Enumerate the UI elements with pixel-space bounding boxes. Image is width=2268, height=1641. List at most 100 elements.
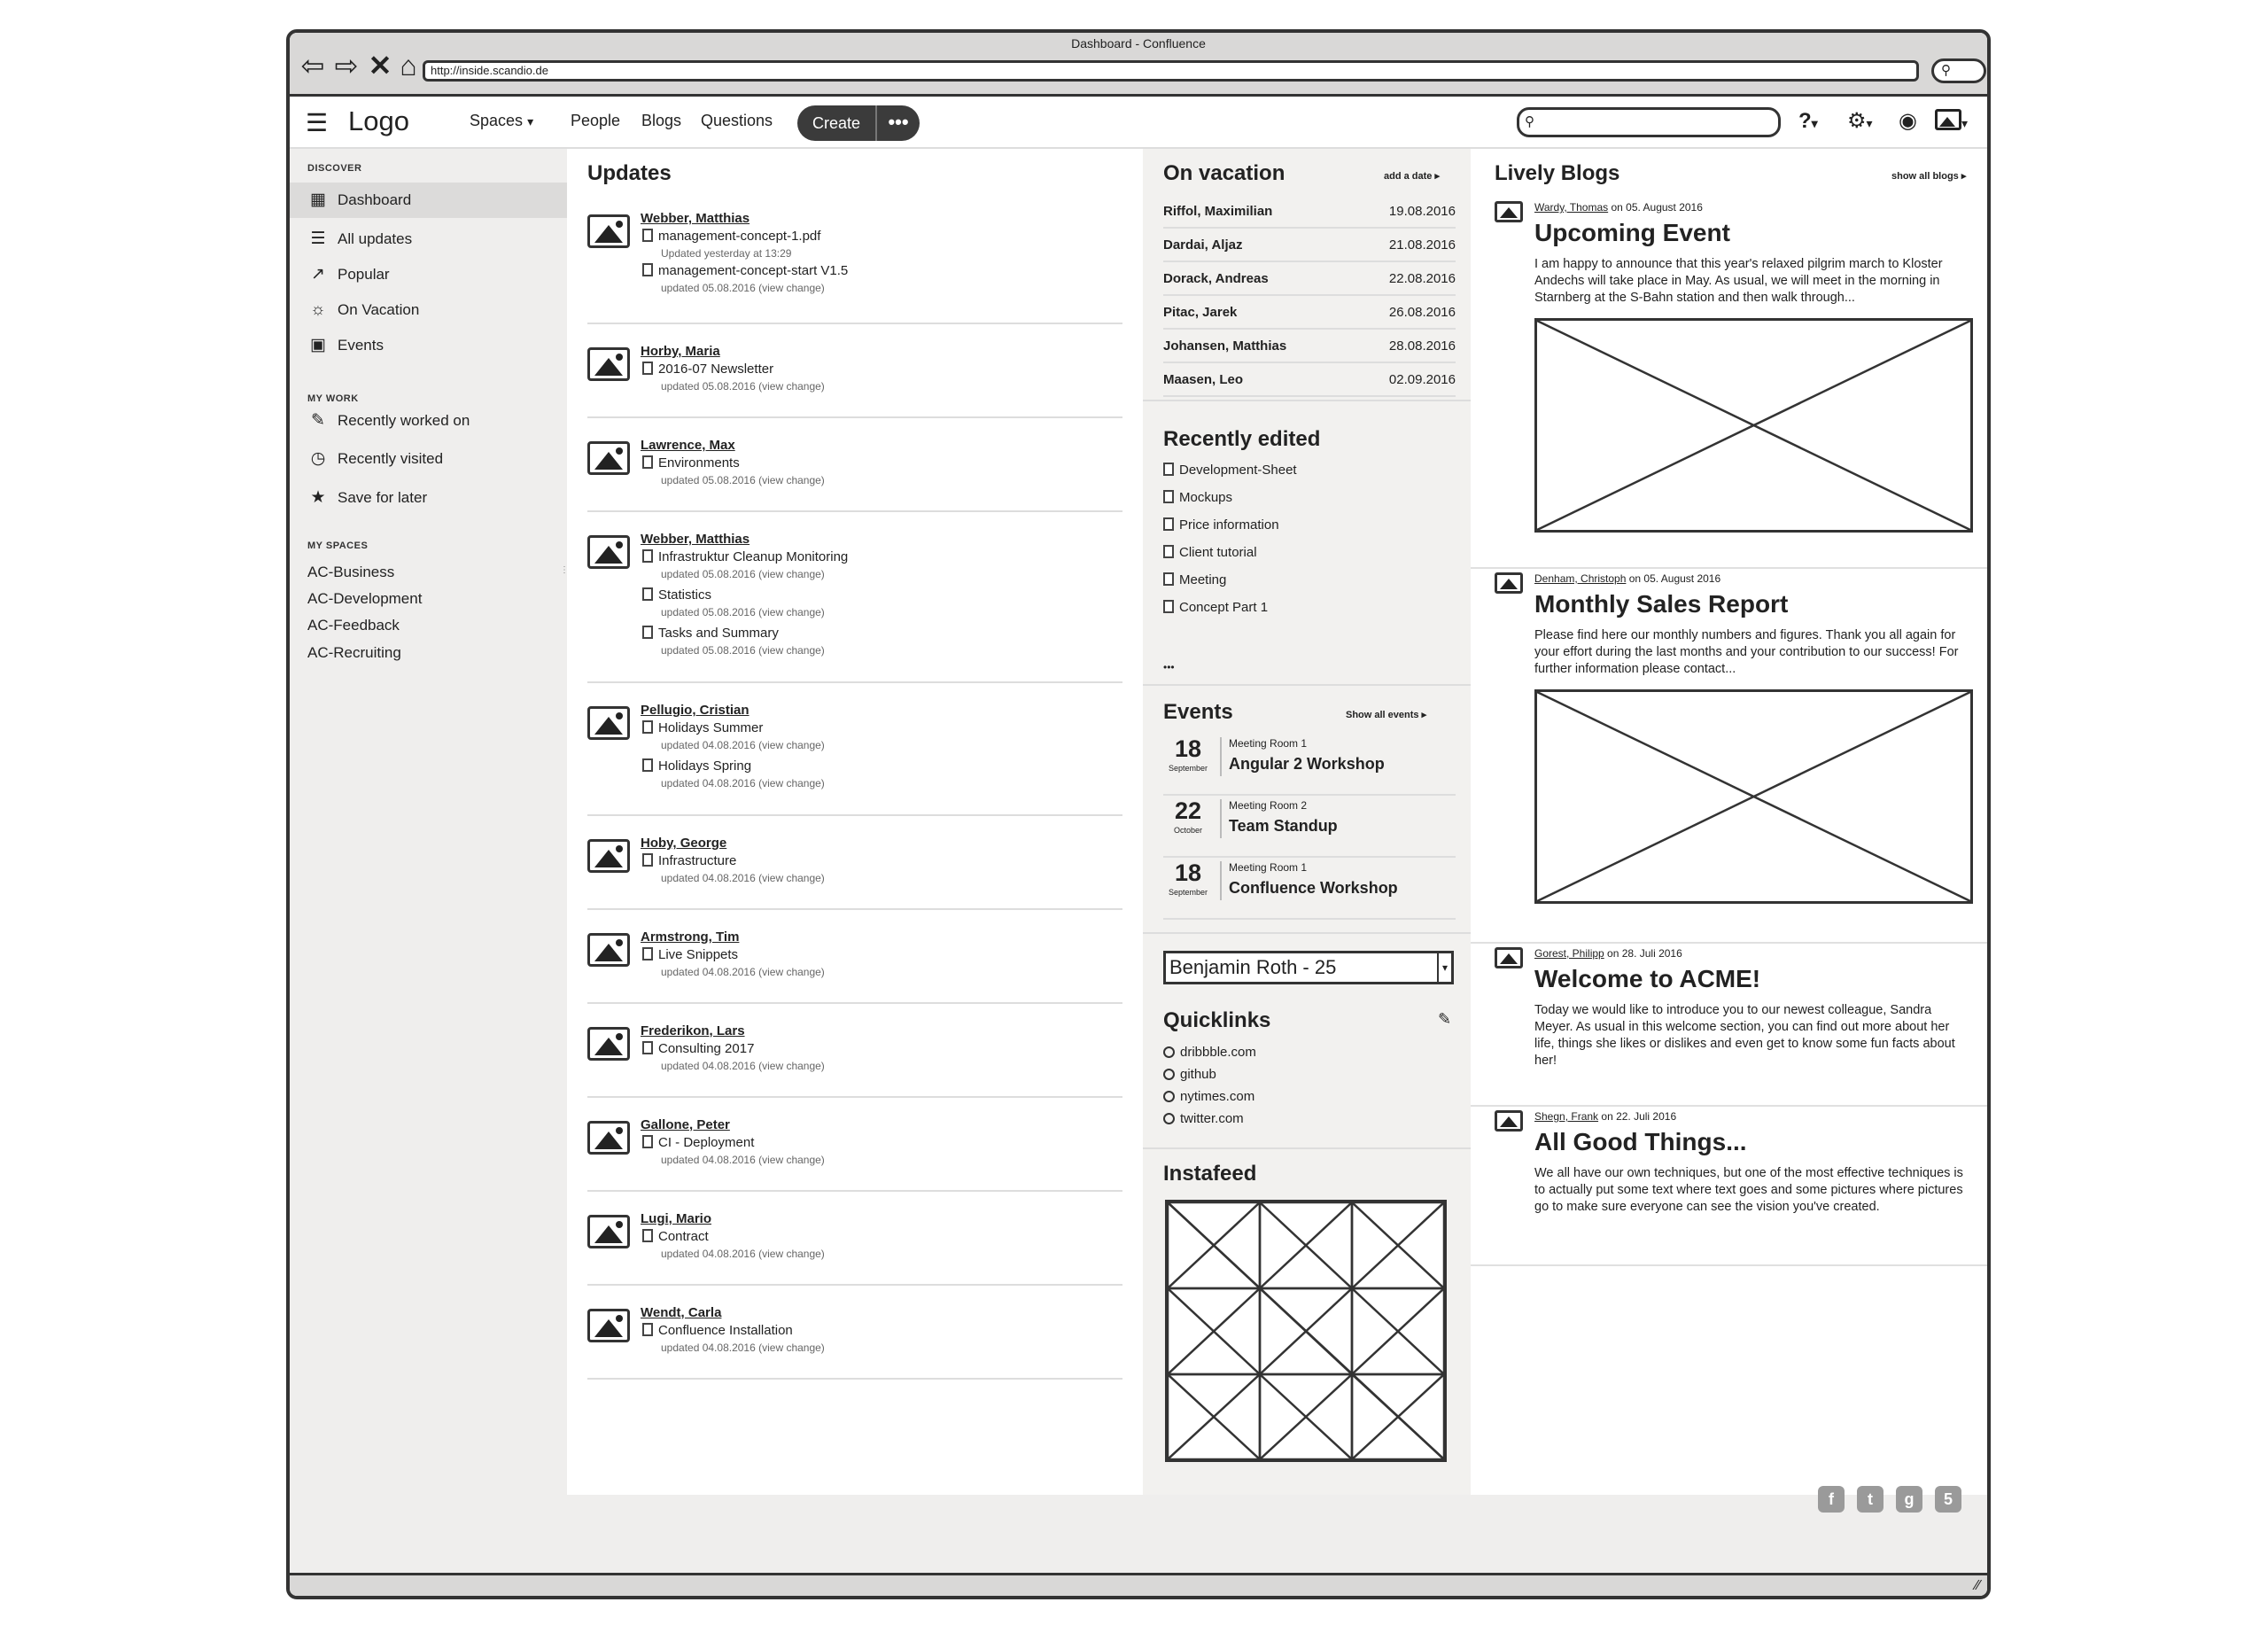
sidebar-item-dashboard[interactable]: ▦ Dashboard xyxy=(290,183,567,218)
quicklink-item[interactable]: twitter.com xyxy=(1163,1111,1244,1126)
quicklink-item[interactable]: github xyxy=(1163,1067,1216,1082)
update-document-link[interactable]: Live Snippets xyxy=(642,947,738,962)
update-document-link[interactable]: Holidays Spring xyxy=(642,758,751,774)
blog-title-link[interactable]: All Good Things... xyxy=(1534,1128,1747,1156)
sidebar-item-events[interactable]: ▣ Events xyxy=(290,328,567,363)
update-author-link[interactable]: Armstrong, Tim xyxy=(641,929,739,945)
settings-button[interactable]: ⚙▾ xyxy=(1847,107,1873,137)
recently-edited-item[interactable]: Price information xyxy=(1163,517,1279,533)
update-document-link[interactable]: Confluence Installation xyxy=(642,1323,793,1338)
update-document-link[interactable]: Infrastruktur Cleanup Monitoring xyxy=(642,549,848,564)
blog-author-link[interactable]: Denham, Christoph xyxy=(1534,572,1626,585)
quicklink-item[interactable]: nytimes.com xyxy=(1163,1089,1254,1104)
blog-title-link[interactable]: Monthly Sales Report xyxy=(1534,590,1788,618)
notifications-icon[interactable]: ◉ xyxy=(1899,107,1917,136)
vacation-row[interactable]: Dorack, Andreas 22.08.2016 xyxy=(1163,262,1456,296)
update-author-link[interactable]: Horby, Maria xyxy=(641,344,720,359)
sidebar-space-ac-feedback[interactable]: AC-Feedback xyxy=(307,617,400,634)
chevron-down-icon[interactable]: ▾ xyxy=(1437,953,1451,982)
update-author-link[interactable]: Webber, Matthias xyxy=(641,211,750,226)
update-document-link[interactable]: management-concept-1.pdf xyxy=(642,229,820,244)
update-author-link[interactable]: Webber, Matthias xyxy=(641,532,750,547)
more-button[interactable]: ••• xyxy=(875,105,920,141)
sidebar-item-on-vacation[interactable]: ☼ On Vacation xyxy=(290,292,567,328)
quicklink-item[interactable]: dribbble.com xyxy=(1163,1045,1256,1060)
create-button[interactable]: Create xyxy=(797,105,875,141)
update-document-link[interactable]: 2016-07 Newsletter xyxy=(642,362,773,377)
html5-icon[interactable]: 5 xyxy=(1935,1486,1961,1513)
blog-title-link[interactable]: Upcoming Event xyxy=(1534,219,1730,247)
sidebar-space-ac-business[interactable]: AC-Business xyxy=(307,564,394,581)
update-author-link[interactable]: Lawrence, Max xyxy=(641,438,735,453)
update-author-link[interactable]: Frederikon, Lars xyxy=(641,1023,745,1038)
event-item[interactable]: 18 September Meeting Room 1 Confluence Work… xyxy=(1163,858,1456,920)
update-document-link[interactable]: Tasks and Summary xyxy=(642,626,779,641)
home-icon[interactable]: ⌂ xyxy=(394,51,423,81)
sidebar-space-ac-development[interactable]: AC-Development xyxy=(307,590,422,608)
sidebar-item-recently-visited[interactable]: ◷ Recently visited xyxy=(290,441,567,477)
blog-author-link[interactable]: Gorest, Philipp xyxy=(1534,947,1604,960)
event-item[interactable]: 18 September Meeting Room 1 Angular 2 Works… xyxy=(1163,734,1456,796)
avatar-image-icon[interactable] xyxy=(1495,947,1523,968)
avatar-image-icon[interactable] xyxy=(587,933,630,967)
update-document-link[interactable]: Statistics xyxy=(642,587,711,603)
recently-edited-more[interactable]: ••• xyxy=(1163,661,1175,673)
update-author-link[interactable]: Wendt, Carla xyxy=(641,1305,721,1320)
github-icon[interactable]: g xyxy=(1896,1486,1922,1513)
avatar-image-icon[interactable] xyxy=(587,1027,630,1061)
avatar-image-icon[interactable] xyxy=(587,1121,630,1155)
avatar-image-icon[interactable] xyxy=(1495,1110,1523,1132)
recently-edited-item[interactable]: Client tutorial xyxy=(1163,545,1257,560)
avatar-image-icon[interactable] xyxy=(587,1215,630,1248)
recently-edited-item[interactable]: Development-Sheet xyxy=(1163,463,1297,478)
vacation-row[interactable]: Dardai, Aljaz 21.08.2016 xyxy=(1163,229,1456,262)
vacation-row[interactable]: Johansen, Matthias 28.08.2016 xyxy=(1163,330,1456,363)
nav-spaces[interactable]: Spaces ▾ xyxy=(470,112,533,130)
nav-people[interactable]: People xyxy=(571,112,620,130)
vacation-row[interactable]: Maasen, Leo 02.09.2016 xyxy=(1163,363,1456,397)
avatar-image-icon[interactable] xyxy=(587,706,630,740)
url-bar[interactable]: http://inside.scandio.de xyxy=(423,60,1919,82)
search-input[interactable]: ⚲ xyxy=(1517,107,1781,137)
avatar-image-icon[interactable] xyxy=(587,1309,630,1342)
sidebar-space-ac-recruiting[interactable]: AC-Recruiting xyxy=(307,644,401,662)
twitter-icon[interactable]: t xyxy=(1857,1486,1884,1513)
update-document-link[interactable]: management-concept-start V1.5 xyxy=(642,263,848,278)
event-item[interactable]: 22 October Meeting Room 2 Team Standup xyxy=(1163,796,1456,858)
avatar-image-icon[interactable] xyxy=(587,839,630,873)
update-author-link[interactable]: Lugi, Mario xyxy=(641,1211,711,1226)
sidebar-item-popular[interactable]: ↗ Popular xyxy=(290,257,567,292)
sidebar-item-all-updates[interactable]: ☰ All updates xyxy=(290,222,567,257)
blog-author-link[interactable]: Shegn, Frank xyxy=(1534,1110,1598,1123)
profile-button[interactable]: ▾ xyxy=(1935,107,1968,137)
show-all-blogs-link[interactable]: show all blogs ▸ xyxy=(1891,170,1966,182)
edit-pencil-icon[interactable]: ✎ xyxy=(1438,1010,1451,1029)
update-document-link[interactable]: CI - Deployment xyxy=(642,1135,754,1150)
avatar-image-icon[interactable] xyxy=(1495,572,1523,594)
show-all-events-link[interactable]: Show all events ▸ xyxy=(1346,709,1426,720)
recently-edited-item[interactable]: Concept Part 1 xyxy=(1163,600,1268,615)
resize-grip-icon[interactable]: ⁄⁄ xyxy=(1976,1578,1980,1594)
nav-questions[interactable]: Questions xyxy=(701,112,773,130)
update-document-link[interactable]: Contract xyxy=(642,1229,709,1244)
vacation-row[interactable]: Riffol, Maximilian 19.08.2016 xyxy=(1163,195,1456,229)
help-button[interactable]: ?▾ xyxy=(1798,107,1818,137)
blog-title-link[interactable]: Welcome to ACME! xyxy=(1534,965,1760,993)
avatar-image-icon[interactable] xyxy=(587,535,630,569)
update-author-link[interactable]: Gallone, Peter xyxy=(641,1117,730,1132)
update-document-link[interactable]: Environments xyxy=(642,455,740,471)
avatar-image-icon[interactable] xyxy=(587,347,630,381)
sidebar-item-recently-worked-on[interactable]: ✎ Recently worked on xyxy=(290,403,567,439)
recently-edited-item[interactable]: Mockups xyxy=(1163,490,1232,505)
vacation-row[interactable]: Pitac, Jarek 26.08.2016 xyxy=(1163,296,1456,330)
browser-search-field[interactable]: ⚲ xyxy=(1931,58,1986,83)
avatar-image-icon[interactable] xyxy=(587,214,630,248)
facebook-icon[interactable]: f xyxy=(1818,1486,1845,1513)
hamburger-menu-icon[interactable]: ☰ xyxy=(306,111,328,136)
close-icon[interactable]: ✕ xyxy=(366,51,394,81)
avatar-image-icon[interactable] xyxy=(587,441,630,475)
avatar-image-icon[interactable] xyxy=(1495,201,1523,222)
sidebar-item-save-for-later[interactable]: ★ Save for later xyxy=(290,480,567,516)
update-document-link[interactable]: Infrastructure xyxy=(642,853,736,868)
recently-edited-item[interactable]: Meeting xyxy=(1163,572,1226,587)
